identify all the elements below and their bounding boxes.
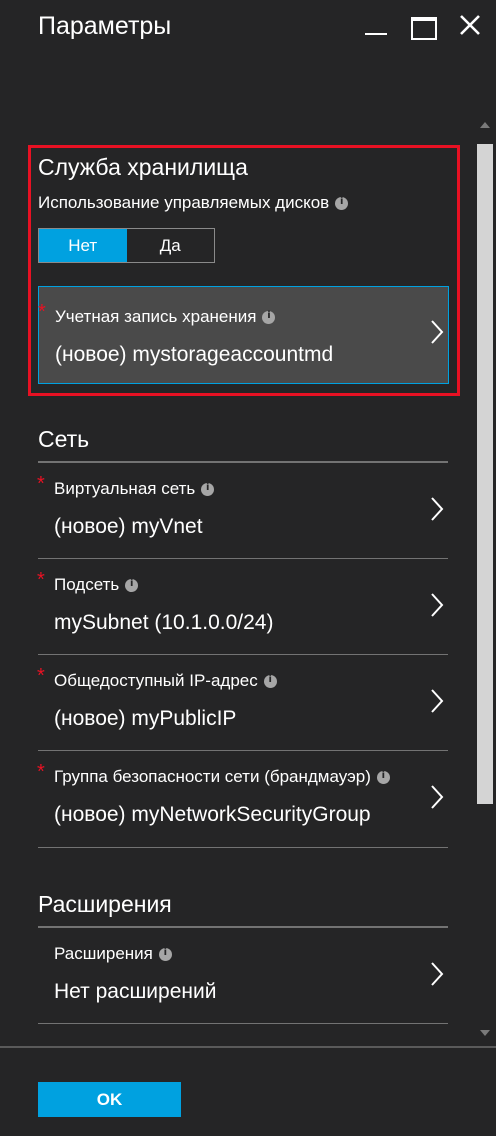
storage-account-label: Учетная запись хранения [55,307,276,327]
extensions-value: Нет расширений [54,980,217,1003]
managed-disks-label: Использование управляемых дисков [38,193,349,213]
info-icon[interactable] [201,482,215,496]
required-marker: * [37,473,45,495]
security-group-label-text: Группа безопасности сети (брандмауэр) [54,767,371,786]
extensions-label: Расширения [54,944,172,964]
storage-account-value: (новое) mystorageaccountmd [55,343,334,366]
chevron-right-icon [431,320,444,344]
subnet-value: mySubnet (10.1.0.0/24) [54,611,274,634]
network-item-public-ip[interactable]: * Общедоступный IP-адрес (новое) myPubli… [37,655,448,751]
scroll-up-arrow-icon[interactable] [480,122,490,128]
virtual-network-label: Виртуальная сеть [54,479,215,499]
toggle-option-yes[interactable]: Да [127,229,215,262]
storage-section-title: Служба хранилища [38,154,248,180]
extensions-item[interactable]: Расширения Нет расширений [38,928,448,1024]
info-icon[interactable] [125,578,139,592]
window-title: Параметры [38,12,172,40]
required-marker: * [37,761,45,783]
required-marker: * [37,569,45,591]
extensions-label-text: Расширения [54,944,153,963]
maximize-icon[interactable] [408,12,437,40]
public-ip-label: Общедоступный IP-адрес [54,671,277,691]
chevron-right-icon [431,962,444,986]
virtual-network-value: (новое) myVnet [54,515,203,538]
title-bar: Параметры [0,0,496,60]
storage-account-label-text: Учетная запись хранения [55,307,257,326]
scroll-down-arrow-icon[interactable] [480,1030,490,1036]
toggle-option-no[interactable]: Нет [39,229,127,262]
info-icon[interactable] [335,196,349,210]
managed-disks-label-text: Использование управляемых дисков [38,193,330,212]
subnet-label-text: Подсеть [54,575,120,594]
security-group-label: Группа безопасности сети (брандмауэр) [54,767,390,787]
vertical-scrollbar[interactable] [474,114,496,1046]
virtual-network-label-text: Виртуальная сеть [54,479,196,498]
managed-disks-toggle[interactable]: Нет Да [38,228,215,263]
info-icon[interactable] [376,770,390,784]
required-marker: * [38,301,46,323]
public-ip-value: (новое) myPublicIP [54,707,237,730]
required-marker: * [37,665,45,687]
info-icon[interactable] [262,310,276,324]
network-item-subnet[interactable]: * Подсеть mySubnet (10.1.0.0/24) [37,559,448,655]
extensions-section-title: Расширения [38,891,172,917]
storage-account-selector[interactable]: * Учетная запись хранения (новое) mystor… [38,286,449,384]
chevron-right-icon [431,689,444,713]
public-ip-label-text: Общедоступный IP-адрес [54,671,258,690]
close-icon[interactable] [456,12,484,40]
network-section-title: Сеть [38,426,90,452]
chevron-right-icon [431,785,444,809]
chevron-right-icon [431,497,444,521]
scroll-thumb[interactable] [477,144,493,804]
security-group-value: (новое) myNetworkSecurityGroup [54,803,371,826]
info-icon[interactable] [158,947,172,961]
minimize-icon[interactable] [362,12,390,40]
ok-button[interactable]: OK [38,1082,181,1117]
network-item-virtual-network[interactable]: * Виртуальная сеть (новое) myVnet [37,463,448,559]
footer-divider [0,1046,496,1048]
info-icon[interactable] [263,674,277,688]
network-item-security-group[interactable]: * Группа безопасности сети (брандмауэр) … [37,751,448,848]
subnet-label: Подсеть [54,575,139,595]
chevron-right-icon [431,593,444,617]
